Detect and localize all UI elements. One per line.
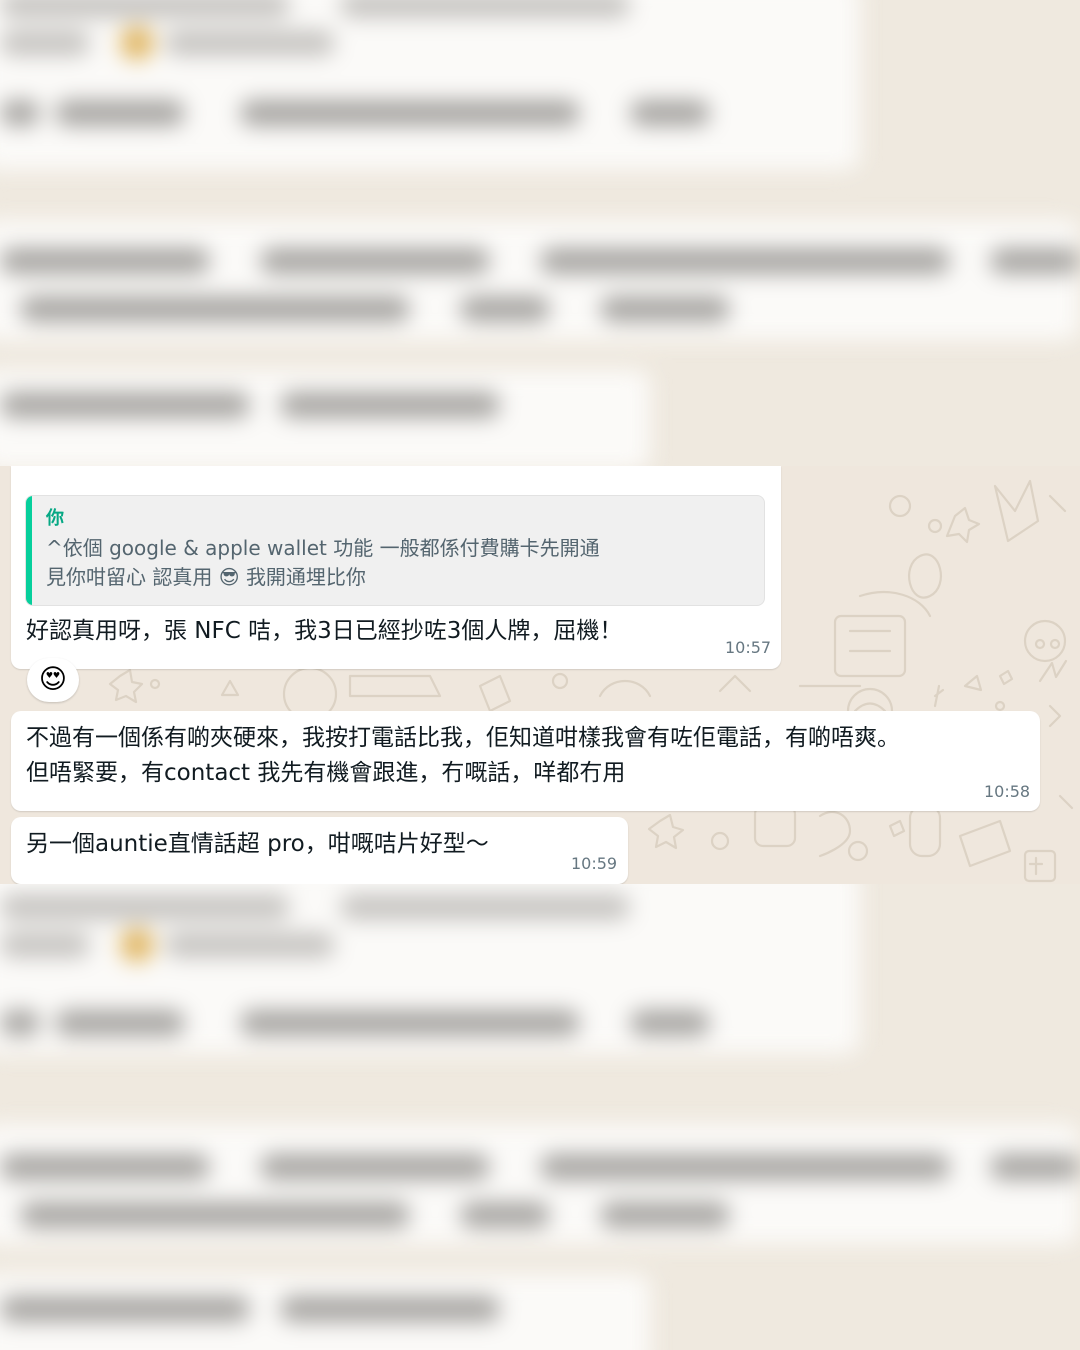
quote-author: 你 (46, 508, 64, 529)
blurred-chat-context-bottom (0, 884, 1080, 1350)
quote-text-line2: 見你咁留心 認真用 😎 我開通埋比你 (46, 561, 366, 590)
heart-eyes-reaction[interactable]: 😍 (27, 658, 79, 702)
message-bubble-incoming[interactable]: 另一個auntie直情話超 pro，咁嘅咭片好型～ 10:59 (11, 817, 628, 884)
quoted-reply[interactable]: 你 ^依個 google & apple wallet 功能 一般都係付費購卡先… (25, 495, 765, 606)
message-timestamp: 10:58 (984, 782, 1031, 801)
message-timestamp: 10:59 (571, 854, 618, 873)
quote-accent-bar (26, 496, 32, 605)
message-bubble-incoming[interactable]: 你 ^依個 google & apple wallet 功能 一般都係付費購卡先… (11, 466, 781, 669)
blurred-chat-context-top (0, 0, 1080, 466)
cool-sunglasses-emoji: 😎 (218, 565, 240, 589)
message-text-line2: 但唔緊要，有contact 我先有機會跟進，冇嘅話，咩都冇用 (26, 760, 626, 786)
quote-text-line2-start: 見你咁留心 認真用 (46, 565, 213, 589)
message-timestamp: 10:57 (725, 638, 772, 657)
chat-conversation: 你 ^依個 google & apple wallet 功能 一般都係付費購卡先… (0, 466, 1080, 884)
message-bubble-incoming[interactable]: 不過有一個係有啲夾硬來，我按打電話比我，佢知道咁樣我會有咗佢電話，有啲唔爽。 但… (11, 711, 1040, 811)
quote-text-line2-end: 我開通埋比你 (245, 565, 366, 589)
message-text-line1: 不過有一個係有啲夾硬來，我按打電話比我，佢知道咁樣我會有咗佢電話，有啲唔爽。 (26, 725, 900, 751)
message-text: 另一個auntie直情話超 pro，咁嘅咭片好型～ (26, 831, 489, 857)
message-text: 好認真用呀，張 NFC 咭，我3日已經抄咗3個人牌，屈機！ (26, 618, 623, 644)
quote-text-line1: ^依個 google & apple wallet 功能 一般都係付費購卡先開通 (46, 536, 600, 560)
